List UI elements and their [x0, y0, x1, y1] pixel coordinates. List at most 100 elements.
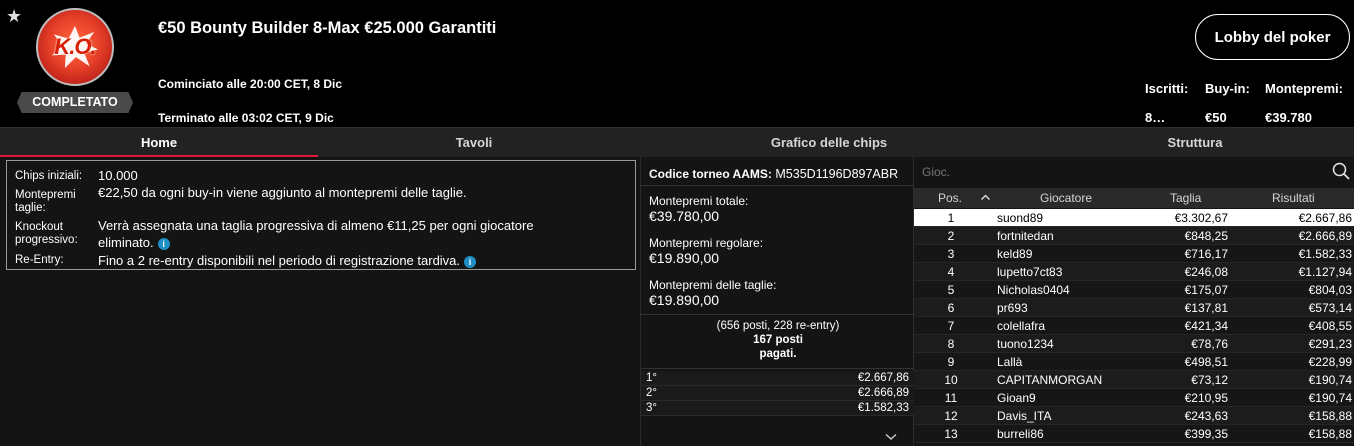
player-name: CAPITANMORGAN [997, 373, 1103, 387]
player-result: €804,03 [1308, 283, 1352, 297]
table-row[interactable]: 8 tuono1234 €78,76 €291,23 [914, 335, 1354, 353]
player-bounty: €3.302,67 [1174, 211, 1228, 225]
player-result: €158,88 [1308, 409, 1352, 423]
registered-value: 8… [1145, 110, 1166, 125]
start-time: Cominciato alle 20:00 CET, 8 Dic [158, 77, 343, 91]
player-position: 8 [947, 337, 955, 351]
prize-panel: Codice torneo AAMS: M535D1196D897ABR Mon… [640, 157, 915, 446]
favorite-star-icon[interactable]: ★ [6, 6, 22, 27]
chevron-down-icon[interactable] [885, 433, 897, 441]
divider [641, 314, 915, 315]
player-bounty: €848,25 [1184, 229, 1228, 243]
table-row[interactable]: 2 fortnitedan €848,25 €2.666,89 [914, 227, 1354, 245]
player-name: colellafra [997, 319, 1046, 333]
table-row[interactable]: 12 Davis_ITA €243,63 €158,88 [914, 407, 1354, 425]
payout-amount: €1.582,33 [857, 402, 909, 414]
player-bounty: €716,17 [1184, 247, 1228, 261]
info-icon[interactable]: i [464, 255, 477, 268]
payout-row: 3° €1.582,33 [641, 401, 915, 416]
player-name: fortnitedan [997, 229, 1054, 243]
player-result: €408,55 [1308, 319, 1352, 333]
player-result: €190,74 [1308, 373, 1352, 387]
bounty-pool-label: Montepremi taglie: [15, 189, 76, 214]
player-position: 6 [947, 301, 955, 315]
player-position: 10 [944, 373, 958, 387]
player-name: burreli86 [997, 427, 1044, 441]
end-time: Terminato alle 03:02 CET, 9 Dic [158, 111, 334, 125]
aams-label: Codice torneo AAMS: [649, 167, 772, 181]
bounty-prize-label: Montepremi delle taglie: [649, 278, 777, 292]
player-position: 9 [947, 355, 955, 369]
table-row[interactable]: 7 colellafra €421,34 €408,55 [914, 317, 1354, 335]
player-result: €1.582,33 [1298, 247, 1352, 261]
poker-lobby-button[interactable]: Lobby del poker [1195, 14, 1350, 60]
player-name: Davis_ITA [997, 409, 1052, 423]
tab-structure[interactable]: Struttura [1036, 128, 1354, 158]
seats-entries: (656 posti, 228 re-entry) [716, 320, 840, 332]
player-position: 1 [947, 211, 955, 225]
column-position[interactable]: Pos. [938, 191, 962, 205]
knockout-value: Verrà assegnata una taglia progressiva d… [98, 217, 558, 251]
table-row[interactable]: 10 CAPITANMORGAN €73,12 €190,74 [914, 371, 1354, 389]
tab-home[interactable]: Home [0, 128, 318, 158]
player-name: Gioan9 [997, 391, 1036, 405]
divider [641, 368, 915, 369]
paid-seats-info: (656 posti, 228 re-entry) 167 posti paga… [641, 319, 915, 361]
players-table-header: Pos. Giocatore Taglia Risultati [914, 188, 1354, 208]
payout-row: 2° €2.666,89 [641, 386, 915, 401]
prizepool-value: €39.780 [1265, 110, 1312, 125]
player-position: 2 [947, 229, 955, 243]
column-player[interactable]: Giocatore [1040, 191, 1092, 205]
player-bounty: €246,08 [1184, 265, 1228, 279]
table-row[interactable]: 9 Lallà €498,51 €228,99 [914, 353, 1354, 371]
player-bounty: €421,34 [1184, 319, 1228, 333]
player-result: €158,88 [1308, 427, 1352, 441]
column-results[interactable]: Risultati [1272, 191, 1315, 205]
total-prize-label: Montepremi totale: [649, 194, 749, 208]
player-search-input[interactable] [922, 163, 1322, 180]
table-row[interactable]: 6 pr693 €137,81 €573,14 [914, 299, 1354, 317]
payout-position: 2° [646, 387, 657, 399]
aams-code: M535D1196D897ABR [775, 167, 899, 181]
player-position: 5 [947, 283, 955, 297]
payout-position: 3° [646, 402, 657, 414]
reentry-text: Fino a 2 re-entry disponibili nel period… [98, 253, 461, 268]
knockout-label: Knockout progressivo: [15, 221, 78, 246]
table-row[interactable]: 4 lupetto7ct83 €246,08 €1.127,94 [914, 263, 1354, 281]
player-name: suond89 [997, 211, 1044, 225]
player-bounty: €137,81 [1184, 301, 1228, 315]
sort-ascending-icon[interactable] [980, 192, 991, 203]
table-row[interactable]: 13 burreli86 €399,35 €158,88 [914, 425, 1354, 443]
table-row[interactable]: 11 Gioan9 €210,95 €190,74 [914, 389, 1354, 407]
player-bounty: €73,12 [1191, 373, 1228, 387]
column-bounty[interactable]: Taglia [1170, 191, 1201, 205]
knockout-logo: K.O. [36, 8, 114, 86]
payout-amount: €2.666,89 [857, 387, 909, 399]
player-name: Lallà [997, 355, 1023, 369]
regular-prize-value: €19.890,00 [649, 250, 720, 266]
player-position: 11 [944, 391, 958, 405]
payout-amount: €2.667,86 [857, 372, 909, 384]
payout-row: 1° €2.667,86 [641, 371, 915, 386]
table-row[interactable]: 3 keld89 €716,17 €1.582,33 [914, 245, 1354, 263]
tab-tables[interactable]: Tavoli [315, 128, 633, 158]
player-name: keld89 [997, 247, 1033, 261]
player-result: €2.666,89 [1298, 229, 1352, 243]
player-result: €291,23 [1308, 337, 1352, 351]
table-row[interactable]: 1 suond89 €3.302,67 €2.667,86 [914, 209, 1354, 227]
seats-paid-label: pagati. [759, 348, 797, 360]
search-icon[interactable] [1332, 162, 1350, 180]
table-row[interactable]: 5 Nicholas0404 €175,07 €804,03 [914, 281, 1354, 299]
player-name: pr693 [997, 301, 1028, 315]
seats-paid-count: 167 posti [753, 334, 803, 346]
player-bounty: €78,76 [1191, 337, 1228, 351]
info-icon[interactable]: i [157, 237, 170, 250]
player-bounty: €498,51 [1184, 355, 1228, 369]
player-position: 4 [947, 265, 955, 279]
bounty-pool-value: €22,50 da ogni buy-in viene aggiunto al … [98, 185, 467, 200]
player-result: €2.667,86 [1298, 211, 1352, 225]
player-position: 12 [944, 409, 958, 423]
tournament-header: ★ K.O. COMPLETATO €50 Bounty Builder 8-M… [0, 0, 1354, 127]
player-result: €1.127,94 [1298, 265, 1352, 279]
tab-chip-chart[interactable]: Grafico delle chips [670, 128, 988, 158]
